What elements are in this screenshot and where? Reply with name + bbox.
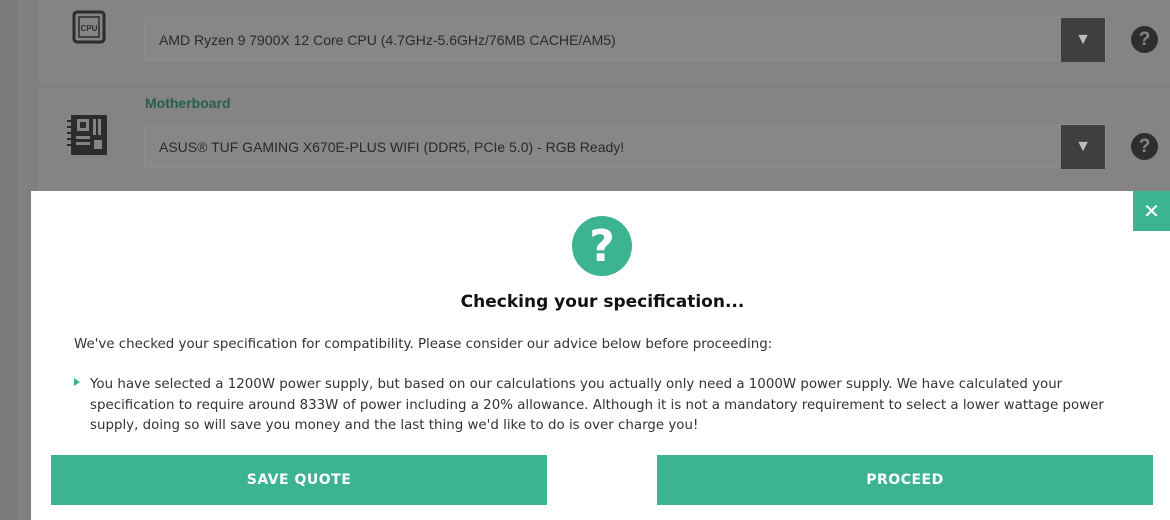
question-mark-glyph: ? (589, 220, 615, 272)
compatibility-modal: ? Checking your specification... We've c… (31, 191, 1170, 520)
advice-list-item: You have selected a 1200W power supply, … (74, 375, 1144, 437)
motherboard-label: Motherboard (145, 95, 231, 111)
question-icon: ? (1138, 28, 1151, 50)
save-quote-button[interactable]: SAVE QUOTE (51, 455, 547, 505)
modal-close-button[interactable]: ✕ (1133, 191, 1170, 231)
motherboard-selected-value: ASUS® TUF GAMING X670E-PLUS WIFI (DDR5, … (159, 139, 625, 155)
chevron-down-icon: ▼ (1075, 31, 1091, 48)
cpu-select[interactable]: AMD Ryzen 9 7900X 12 Core CPU (4.7GHz-5.… (144, 17, 1106, 62)
modal-title: Checking your specification... (460, 292, 745, 312)
cpu-selected-value: AMD Ryzen 9 7900X 12 Core CPU (4.7GHz-5.… (159, 32, 616, 48)
motherboard-help-icon[interactable]: ? (1131, 133, 1158, 160)
cpu-icon: CPU (70, 8, 108, 46)
chevron-down-icon: ▼ (1075, 138, 1091, 155)
bullet-arrow-icon (74, 378, 80, 386)
cpu-help-icon[interactable]: ? (1131, 26, 1158, 53)
left-gutter (0, 0, 18, 520)
question-icon: ? (1138, 135, 1151, 157)
advice-text: You have selected a 1200W power supply, … (90, 377, 1104, 433)
close-icon: ✕ (1143, 200, 1160, 223)
question-circle-icon: ? (572, 216, 632, 276)
proceed-button[interactable]: PROCEED (657, 455, 1153, 505)
motherboard-dropdown-arrow[interactable]: ▼ (1061, 125, 1105, 169)
motherboard-select[interactable]: ASUS® TUF GAMING X670E-PLUS WIFI (DDR5, … (144, 124, 1106, 169)
svg-text:CPU: CPU (81, 24, 98, 33)
row-divider (38, 86, 1170, 87)
modal-intro-text: We've checked your specification for com… (74, 337, 773, 352)
motherboard-icon (67, 112, 111, 158)
cpu-dropdown-arrow[interactable]: ▼ (1061, 18, 1105, 62)
